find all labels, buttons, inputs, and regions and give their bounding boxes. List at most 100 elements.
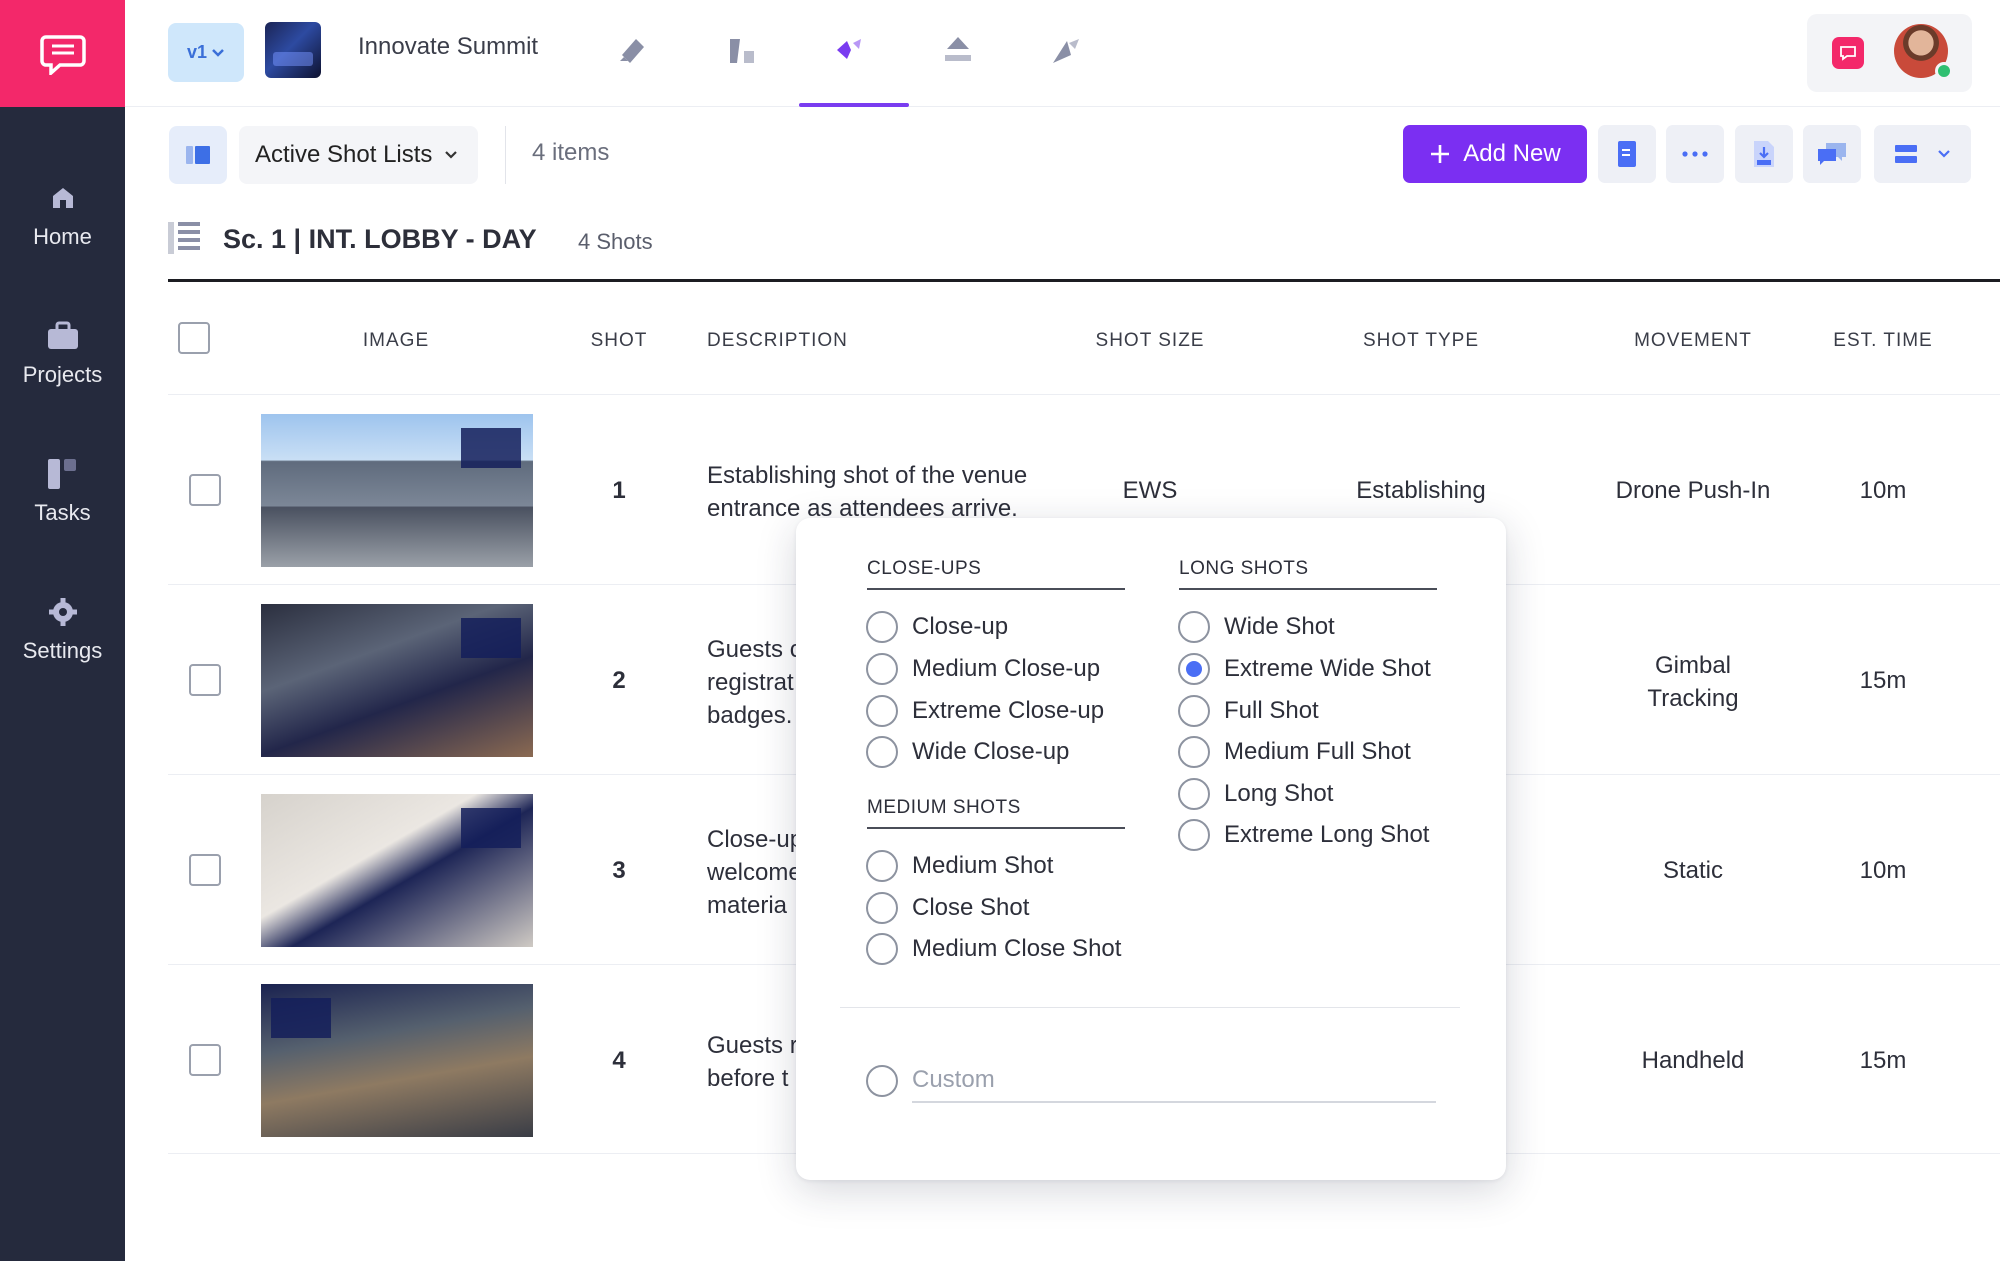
radio-button-selected[interactable]	[1178, 653, 1210, 685]
schedule-tool-icon[interactable]	[938, 30, 978, 70]
radio-button[interactable]	[1178, 736, 1210, 768]
app-logo[interactable]	[0, 0, 125, 107]
est-time-cell[interactable]: 15m	[1860, 1047, 1907, 1075]
radio-button[interactable]	[1178, 778, 1210, 810]
description-line: welcome	[707, 859, 802, 886]
radio-button[interactable]	[1178, 695, 1210, 727]
column-header-est-time[interactable]: EST. TIME	[1833, 330, 1932, 352]
row-checkbox[interactable]	[189, 1044, 221, 1076]
radio-button[interactable]	[866, 611, 898, 643]
more-options-button[interactable]	[1666, 125, 1724, 183]
shotlist-tool-icon[interactable]	[830, 30, 870, 70]
row-density-selector[interactable]	[1874, 125, 1971, 183]
column-header-image[interactable]: IMAGE	[363, 330, 429, 352]
option-medium-close-shot[interactable]: Medium Close Shot	[866, 932, 1121, 966]
option-full-shot[interactable]: Full Shot	[1178, 694, 1319, 728]
column-header-description[interactable]: DESCRIPTION	[707, 330, 848, 352]
option-close-shot[interactable]: Close Shot	[866, 891, 1029, 925]
radio-button[interactable]	[1178, 819, 1210, 851]
row-checkbox[interactable]	[189, 664, 221, 696]
row-checkbox[interactable]	[189, 474, 221, 506]
export-pdf-button[interactable]	[1735, 125, 1793, 183]
sidebar-item-projects[interactable]: Projects	[0, 298, 125, 408]
version-selector[interactable]: v1	[168, 23, 244, 82]
est-time-cell[interactable]: 10m	[1860, 857, 1907, 885]
shot-description[interactable]: Guests r before t	[707, 1029, 798, 1095]
movement-cell[interactable]: Drone Push-In	[1616, 477, 1771, 505]
shot-description[interactable]: Guests c registrat badges.	[707, 633, 802, 732]
briefcase-icon	[45, 318, 81, 354]
movement-cell[interactable]: Handheld	[1642, 1047, 1745, 1075]
option-extreme-wide-shot[interactable]: Extreme Wide Shot	[1178, 652, 1431, 686]
shot-image[interactable]	[261, 414, 533, 567]
shot-number: 1	[612, 477, 626, 504]
sidebar-item-label: Projects	[22, 362, 103, 387]
shot-type-cell[interactable]: Establishing	[1356, 477, 1485, 505]
shot-image[interactable]	[261, 794, 533, 947]
comments-icon	[1818, 143, 1846, 165]
est-time-cell[interactable]: 15m	[1860, 667, 1907, 695]
option-wide-shot[interactable]: Wide Shot	[1178, 610, 1335, 644]
sidebar-item-home[interactable]: Home	[0, 160, 125, 270]
row-checkbox[interactable]	[189, 854, 221, 886]
popup-divider	[840, 1007, 1460, 1008]
option-label: Close Shot	[912, 894, 1030, 921]
script-tool-icon[interactable]	[613, 30, 653, 70]
radio-button[interactable]	[866, 695, 898, 727]
shot-size-dropdown: CLOSE-UPS Close-up Medium Close-up Extre…	[796, 518, 1506, 1180]
movement-cell[interactable]: Gimbal Tracking	[1647, 649, 1738, 715]
shot-image[interactable]	[261, 984, 533, 1137]
movement-line: Tracking	[1647, 685, 1739, 712]
column-header-movement[interactable]: MOVEMENT	[1634, 330, 1752, 352]
option-medium-close-up[interactable]: Medium Close-up	[866, 652, 1100, 686]
chevron-down-icon	[1938, 150, 1951, 158]
option-close-up[interactable]: Close-up	[866, 610, 1008, 644]
option-label: Medium Full Shot	[1224, 738, 1411, 765]
version-label: v1	[186, 42, 208, 62]
callsheet-tool-icon[interactable]	[1046, 30, 1086, 70]
description-line: before t	[707, 1065, 789, 1092]
add-new-button[interactable]: Add New	[1403, 125, 1587, 183]
option-extreme-long-shot[interactable]: Extreme Long Shot	[1178, 818, 1429, 852]
shot-description[interactable]: Establishing shot of the venue entrance …	[707, 459, 1027, 525]
shot-list-selector[interactable]: Active Shot Lists	[239, 126, 479, 184]
option-wide-close-up[interactable]: Wide Close-up	[866, 735, 1069, 769]
sidebar-item-settings[interactable]: Settings	[0, 574, 125, 684]
radio-button[interactable]	[866, 736, 898, 768]
notebook-button[interactable]	[1598, 125, 1656, 183]
notebook-icon	[1618, 141, 1636, 167]
shot-list-name: Active Shot Lists	[255, 141, 433, 168]
radio-button[interactable]	[866, 653, 898, 685]
item-count: 4 items	[532, 139, 610, 166]
shot-description[interactable]: Close-up welcome materia	[707, 823, 803, 922]
sidebar-item-tasks[interactable]: Tasks	[0, 436, 125, 546]
shot-image[interactable]	[261, 604, 533, 757]
custom-option[interactable]: Custom	[866, 1059, 1436, 1103]
radio-button[interactable]	[866, 1065, 898, 1097]
project-thumbnail[interactable]	[265, 22, 321, 78]
radio-button[interactable]	[866, 933, 898, 965]
medium-shots-heading: MEDIUM SHOTS	[867, 797, 1125, 829]
column-header-shot-type[interactable]: SHOT TYPE	[1363, 330, 1479, 352]
option-medium-shot[interactable]: Medium Shot	[866, 849, 1053, 883]
column-header-shot-size[interactable]: SHOT SIZE	[1096, 330, 1205, 352]
option-label: Extreme Long Shot	[1224, 821, 1430, 848]
radio-button[interactable]	[866, 892, 898, 924]
option-medium-full-shot[interactable]: Medium Full Shot	[1178, 735, 1411, 769]
user-area	[1807, 14, 1972, 92]
option-long-shot[interactable]: Long Shot	[1178, 777, 1333, 811]
comments-button[interactable]	[1803, 125, 1861, 183]
custom-input[interactable]: Custom	[912, 1059, 1436, 1103]
movement-cell[interactable]: Static	[1663, 857, 1723, 885]
select-all-checkbox[interactable]	[178, 322, 210, 354]
option-extreme-close-up[interactable]: Extreme Close-up	[866, 694, 1104, 728]
panel-toggle-button[interactable]	[169, 126, 227, 184]
est-time-cell[interactable]: 10m	[1860, 477, 1907, 505]
messages-button[interactable]	[1832, 37, 1864, 69]
column-header-shot[interactable]: SHOT	[591, 330, 648, 352]
radio-button[interactable]	[866, 850, 898, 882]
tasks-icon	[45, 456, 81, 492]
storyboard-tool-icon[interactable]	[723, 30, 763, 70]
shot-size-cell[interactable]: EWS	[1123, 477, 1178, 505]
radio-button[interactable]	[1178, 611, 1210, 643]
